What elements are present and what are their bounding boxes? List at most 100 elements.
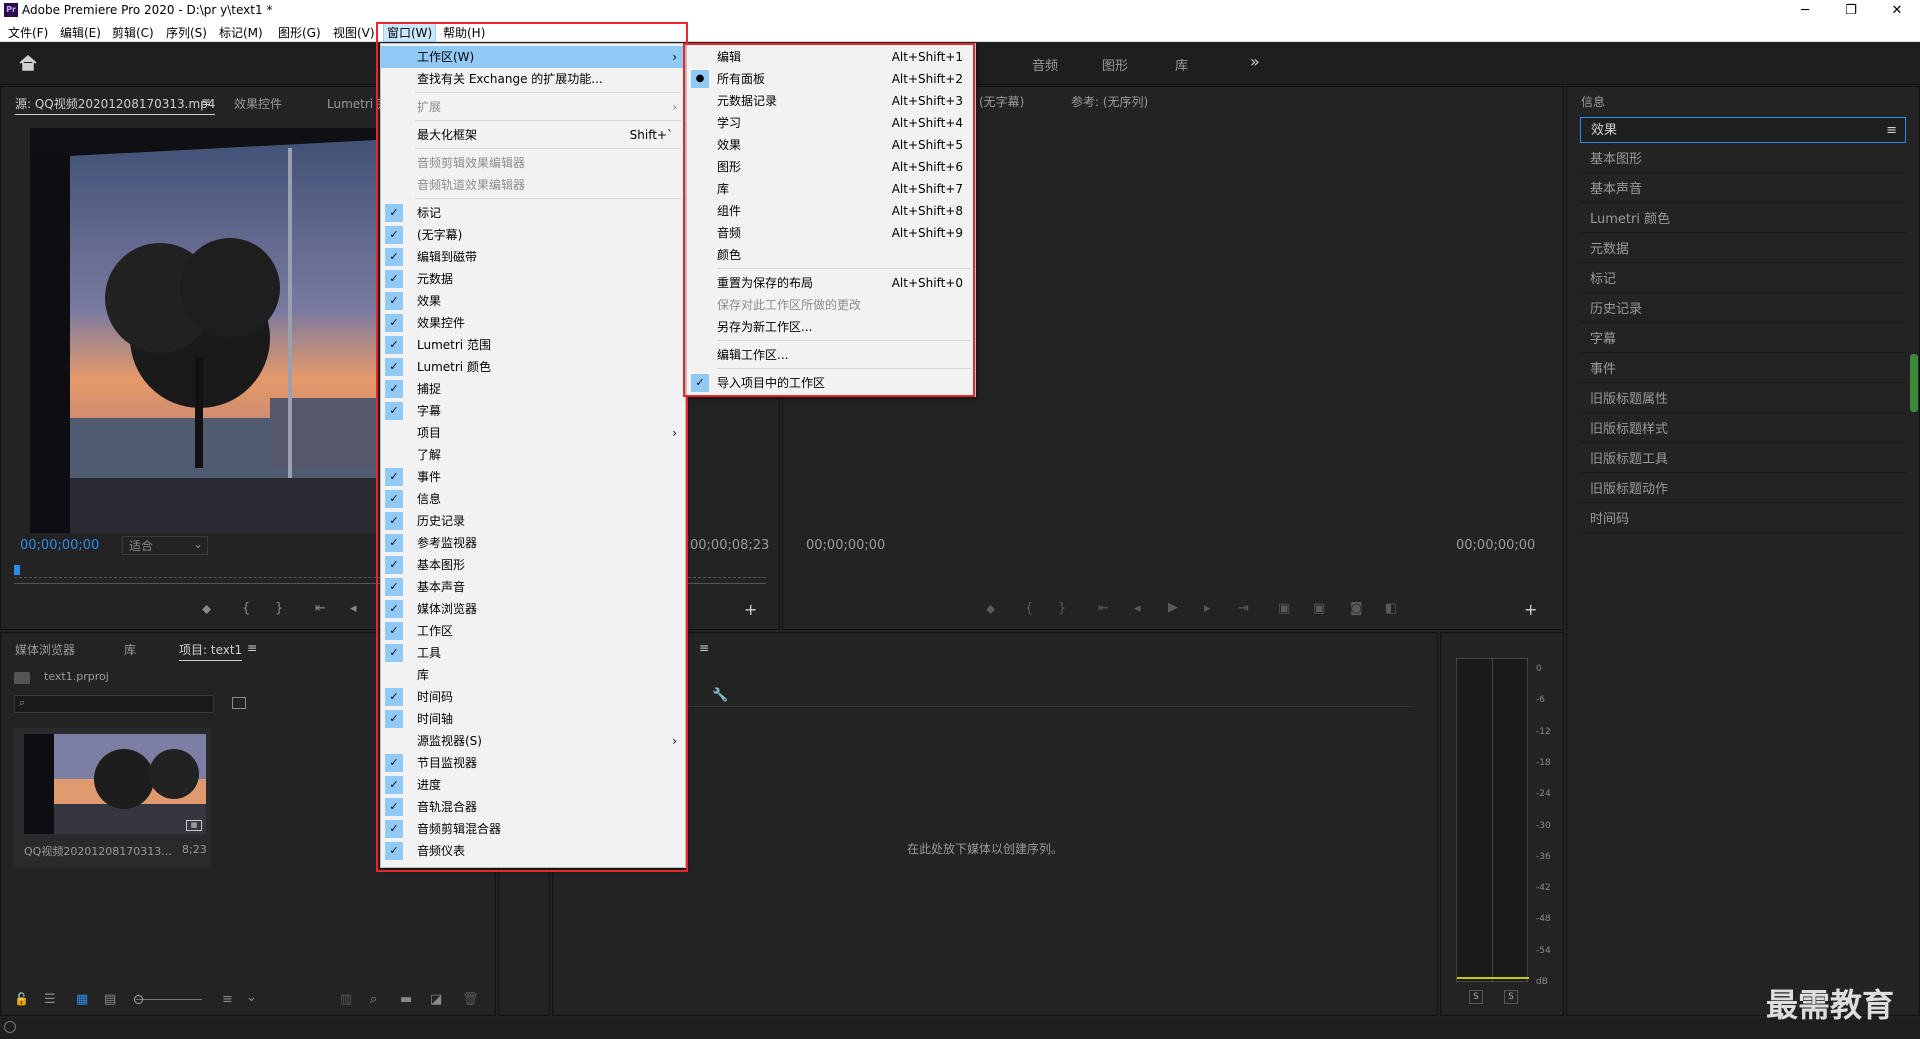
panel-list-item[interactable]: 标记 xyxy=(1580,267,1906,293)
program-mark-in-icon[interactable]: { xyxy=(1025,601,1033,616)
program-add-button-icon[interactable]: + xyxy=(1524,600,1537,619)
menu-clip[interactable]: 剪辑(C) xyxy=(109,24,157,41)
panel-list-item[interactable]: 事件 xyxy=(1580,357,1906,383)
tab-source[interactable]: 源: QQ视频20201208170313.mp4 xyxy=(15,95,216,115)
source-playhead[interactable] xyxy=(14,565,20,575)
window-menu-item[interactable]: ✓ 基本声音 xyxy=(381,576,685,598)
zoom-slider-handle[interactable] xyxy=(134,995,143,1004)
sort-icon[interactable]: ≡ xyxy=(222,992,233,1007)
compare-view-icon[interactable]: ◧ xyxy=(1385,601,1397,616)
menu-help[interactable]: 帮助(H) xyxy=(440,24,488,41)
menu-graphics[interactable]: 图形(G) xyxy=(275,24,324,41)
mark-out-icon[interactable]: } xyxy=(275,601,283,616)
go-to-in-icon[interactable]: ⇤ xyxy=(315,601,326,616)
program-step-forward-icon[interactable]: ▸ xyxy=(1204,601,1211,616)
window-menu-item[interactable]: ✓ 效果控件 xyxy=(381,312,685,334)
window-menu-item[interactable]: ✓ 时间码 xyxy=(381,686,685,708)
tab-library[interactable]: 库 xyxy=(124,641,136,658)
panel-list-item[interactable]: 元数据 xyxy=(1580,237,1906,263)
menu-edit[interactable]: 编辑(E) xyxy=(57,24,104,41)
window-menu-item[interactable]: ✓ 工作区 xyxy=(381,620,685,642)
window-menu-item[interactable]: ✓ 音轨混合器 xyxy=(381,796,685,818)
window-menu-item[interactable]: ✓ Lumetri 范围 xyxy=(381,334,685,356)
new-item-icon[interactable]: ◪ xyxy=(430,992,442,1007)
window-menu-item[interactable]: 库 xyxy=(381,664,685,686)
window-menu-item[interactable]: ✓ Lumetri 颜色 xyxy=(381,356,685,378)
trash-icon[interactable]: 🗑 xyxy=(462,992,479,1007)
window-menu-item[interactable]: ✓ 工具 xyxy=(381,642,685,664)
wrench-icon[interactable]: 🔧 xyxy=(712,688,728,703)
workspace-tab-audio[interactable]: 音频 xyxy=(1032,55,1058,74)
maximize-button[interactable]: ❐ xyxy=(1828,0,1874,22)
window-menu-item[interactable]: ✓ 进度 xyxy=(381,774,685,796)
lift-icon[interactable]: ▣ xyxy=(1278,601,1290,616)
close-button[interactable]: ✕ xyxy=(1874,0,1920,22)
window-menu-item[interactable]: 源监视器(S) › xyxy=(381,730,685,752)
workspace-menu-item[interactable]: 颜色 xyxy=(687,244,975,266)
window-menu-item[interactable]: ✓ 效果 xyxy=(381,290,685,312)
panel-list-item[interactable]: 时间码 xyxy=(1580,507,1906,533)
panel-list-item[interactable]: 历史记录 xyxy=(1580,297,1906,323)
thumbnail-zoom-slider[interactable] xyxy=(136,999,202,1000)
timeline-menu-icon[interactable]: ≡ xyxy=(699,641,709,655)
project-menu-icon[interactable]: ≡ xyxy=(247,641,257,655)
add-marker-icon[interactable]: ⬥ xyxy=(202,602,211,617)
panel-list-item[interactable]: Lumetri 颜色 xyxy=(1580,207,1906,233)
menu-window[interactable]: 窗口(W) xyxy=(383,23,437,42)
minimize-button[interactable]: ─ xyxy=(1782,0,1828,22)
icon-view-icon[interactable]: ▦ xyxy=(76,992,88,1007)
program-mark-out-icon[interactable]: } xyxy=(1058,601,1066,616)
workspace-tab-graphics[interactable]: 图形 xyxy=(1102,55,1128,74)
workspace-menu-item[interactable]: ✓ 导入项目中的工作区 xyxy=(687,372,975,394)
panel-list-item[interactable]: 旧版标题样式 xyxy=(1580,417,1906,443)
extract-icon[interactable]: ▣ xyxy=(1313,601,1325,616)
workspace-menu-item[interactable]: 库 Alt+Shift+7 xyxy=(687,178,975,200)
window-menu-item[interactable]: 项目 › xyxy=(381,422,685,444)
menu-sequence[interactable]: 序列(S) xyxy=(163,24,210,41)
panel-list-item[interactable]: 效果 ≡ xyxy=(1580,117,1906,143)
window-menu-item[interactable]: ✓ 参考监视器 xyxy=(381,532,685,554)
panel-list-item[interactable]: 基本声音 xyxy=(1580,177,1906,203)
sort-chevron-icon[interactable]: ⌄ xyxy=(246,990,257,1005)
automate-sequence-icon[interactable]: ▥ xyxy=(340,992,352,1007)
tab-effect-controls[interactable]: 效果控件 xyxy=(234,95,282,112)
program-step-back-icon[interactable]: ◂ xyxy=(1134,601,1141,616)
window-menu-item[interactable]: ✓ 标记 xyxy=(381,202,685,224)
fit-dropdown[interactable]: 适合 ⌄ xyxy=(122,536,208,555)
panel-scrollbar[interactable] xyxy=(1910,354,1918,412)
solo-right-button[interactable]: S xyxy=(1504,990,1518,1004)
step-back-icon[interactable]: ◂ xyxy=(350,601,357,616)
new-bin-icon[interactable] xyxy=(232,697,246,709)
clip-thumbnail-card[interactable]: ▦ QQ视频20201208170313... 8;23 xyxy=(14,728,210,868)
menu-view[interactable]: 视图(V) xyxy=(330,24,378,41)
program-add-marker-icon[interactable]: ⬥ xyxy=(986,602,995,617)
panel-list-item[interactable]: 字幕 xyxy=(1580,327,1906,353)
program-play-icon[interactable]: ▶ xyxy=(1168,600,1178,615)
freeform-view-icon[interactable]: ▤ xyxy=(104,992,116,1007)
window-menu-item[interactable]: ✓ 媒体浏览器 xyxy=(381,598,685,620)
more-workspaces-icon[interactable]: » xyxy=(1250,52,1260,71)
source-add-button-icon[interactable]: + xyxy=(744,600,757,619)
tab-info[interactable]: 信息 xyxy=(1581,93,1605,110)
tab-project[interactable]: 项目: text1 xyxy=(179,641,243,661)
workspace-menu-item[interactable]: 编辑 Alt+Shift+1 xyxy=(687,46,975,68)
window-menu-item[interactable]: ✓ 时间轴 xyxy=(381,708,685,730)
tab-media-browser[interactable]: 媒体浏览器 xyxy=(15,641,75,658)
window-menu-item[interactable]: ✓ 字幕 xyxy=(381,400,685,422)
workspace-menu-item[interactable]: 效果 Alt+Shift+5 xyxy=(687,134,975,156)
mark-in-icon[interactable]: { xyxy=(242,601,250,616)
window-menu-item[interactable]: 了解 xyxy=(381,444,685,466)
workspace-menu-item[interactable]: 音频 Alt+Shift+9 xyxy=(687,222,975,244)
workspace-tab-library[interactable]: 库 xyxy=(1175,55,1188,74)
window-menu-item[interactable]: 最大化框架 Shift+` xyxy=(381,124,685,146)
workspace-menu-item[interactable]: 编辑工作区... xyxy=(687,344,975,366)
program-go-to-in-icon[interactable]: ⇤ xyxy=(1098,601,1109,616)
lock-icon[interactable]: 🔓 xyxy=(14,992,29,1006)
find-icon[interactable]: ⌕ xyxy=(370,992,377,1007)
workspace-menu-item[interactable]: 元数据记录 Alt+Shift+3 xyxy=(687,90,975,112)
panel-list-item[interactable]: 基本图形 xyxy=(1580,147,1906,173)
panel-list-item[interactable]: 旧版标题动作 xyxy=(1580,477,1906,503)
list-view-icon[interactable]: ☰ xyxy=(44,992,56,1007)
window-menu-item[interactable]: ✓ 音频剪辑混合器 xyxy=(381,818,685,840)
workspace-menu-item[interactable]: 组件 Alt+Shift+8 xyxy=(687,200,975,222)
